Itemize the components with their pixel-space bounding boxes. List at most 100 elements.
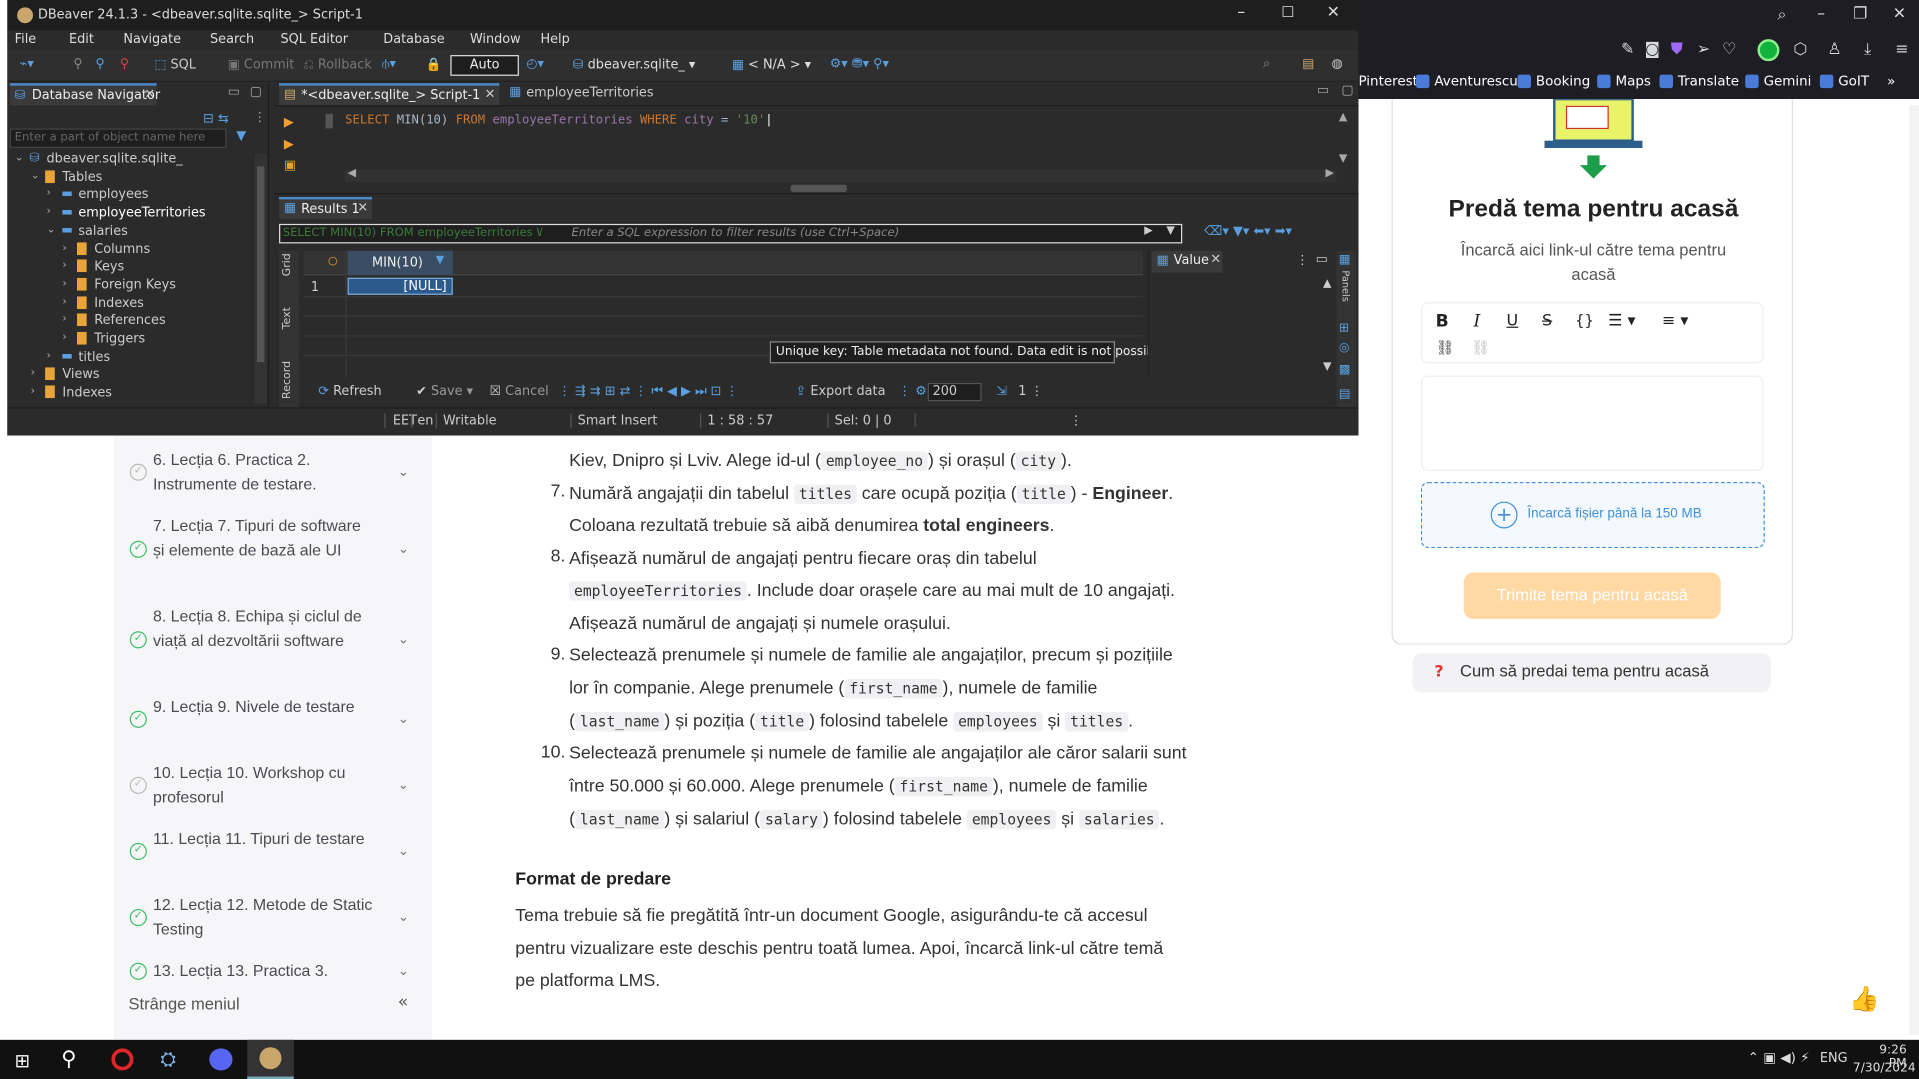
bookmark-gemini[interactable]: Gemini [1745,73,1811,89]
cube-icon[interactable]: ⬡ [1790,40,1810,58]
bookmark-aventurescu[interactable]: Aventurescu [1415,73,1518,89]
tree-node[interactable]: › ▇ Keys [7,258,252,275]
tree-node[interactable]: ⌄ ▬ salaries [7,222,252,239]
refresh-button[interactable]: ⟳ Refresh [318,384,381,399]
chevron-down-icon[interactable]: ⌄ [398,908,409,924]
tab-script-1[interactable]: ▤ *<dbeaver.sqlite_> Script-1 ✕ [279,83,500,106]
discord-icon[interactable] [209,1048,233,1071]
editor-hscrollbar[interactable]: ◀ ▶ [345,168,1337,183]
filter-history-icon[interactable]: ▼ [1166,225,1174,237]
perspective-icon[interactable]: ▤ [1302,56,1314,71]
search-icon[interactable]: ⚲ [61,1047,76,1071]
tree-node[interactable]: ⌄ ⛁ dbeaver.sqlite.sqlite_ [7,150,252,167]
maximize-icon[interactable]: ▢ [250,84,262,99]
menu-window[interactable]: Window [470,32,521,47]
value-tab[interactable]: ▦ Value ✕ [1151,250,1223,273]
clock-date[interactable]: 7/30/2024 [1853,1062,1916,1075]
camera-icon[interactable]: ◙ [1642,40,1662,58]
opera-icon[interactable] [111,1048,134,1071]
link-icon[interactable]: ⛓ [1436,339,1455,356]
expand-right-icon[interactable]: › [62,332,66,344]
minimize-icon[interactable]: ▭ [1316,252,1328,267]
schema-selector[interactable]: ▦ < N/A > ▾ [732,57,811,72]
minimize-icon[interactable]: – [1811,5,1831,23]
menu-help[interactable]: Help [540,32,569,47]
tree-node[interactable]: › ▇ Indexes [7,294,252,311]
metadata-icon[interactable]: ⊞ [1339,322,1349,335]
expand-right-icon[interactable]: › [47,206,51,218]
file-upload-dropzone[interactable]: + Încarcă fișier până la 150 MB [1420,481,1765,549]
history-icon[interactable]: ◴▾ [526,56,544,71]
extension-icon[interactable] [1757,39,1780,62]
cancel-button[interactable]: ☒ Cancel [490,384,549,399]
record-tab[interactable]: Record [281,361,293,399]
expand-right-icon[interactable]: › [62,278,66,290]
scroll-up-icon[interactable]: ▲ [1323,278,1331,290]
tree-node[interactable]: › ▬ employees [7,186,252,203]
overflow-menu-icon[interactable]: ⋮ [1030,384,1043,399]
lock-icon[interactable]: 🔒 [426,56,442,72]
expand-right-icon[interactable]: › [31,385,35,397]
chevron-down-icon[interactable]: ⌄ [398,463,409,479]
chevron-down-icon[interactable]: ⌄ [398,710,409,726]
bookmark-goit[interactable]: GoIT [1819,73,1869,89]
tree-node[interactable]: › ▬ employeeTerritories [7,204,252,221]
minimize-icon[interactable]: ▭ [1317,83,1329,98]
tab-employee-territories[interactable]: ▦ employeeTerritories [507,83,653,105]
chevron-down-icon[interactable]: ⌄ [398,842,409,858]
settings-icon[interactable]: ▤ [1339,388,1351,401]
vpn-icon[interactable]: ⛊ [1667,40,1687,58]
heart-icon[interactable]: ♡ [1720,40,1740,58]
transaction-mode-icon[interactable]: ⫛▾ [382,56,396,72]
menu-search[interactable]: Search [210,32,254,47]
menu-icon[interactable]: ≡ [1892,40,1912,58]
export-data-button[interactable]: ⇪ Export data [796,384,886,399]
underline-icon[interactable]: U [1507,312,1519,330]
bookmark-booking[interactable]: Booking [1517,73,1590,89]
apply-filter-icon[interactable]: ▶ [1144,225,1152,237]
scroll-up-icon[interactable]: ▲ [1339,111,1347,123]
bookmark-pinterest[interactable]: Pinterest [1358,73,1417,89]
column-header-min10[interactable]: MIN(10) ▼ [347,250,453,276]
tree-node[interactable]: › ▇ Indexes [7,384,252,401]
minimize-icon[interactable]: ▭ [228,84,240,99]
chevron-down-icon[interactable]: ⌄ [398,776,409,792]
grid-tab[interactable]: Grid [281,253,293,276]
search-icon[interactable]: ⌕ [1772,6,1792,24]
execute-icon[interactable]: ▶ [284,115,294,130]
expand-down-icon[interactable]: ⌄ [31,170,40,182]
results-filter-input[interactable]: SELECT MIN(10) FROM employeeTerritories … [279,223,1183,244]
bold-icon[interactable]: B [1436,312,1449,332]
row-count-icon[interactable]: ⇲ [996,384,1007,399]
bookmark-translate[interactable]: Translate [1659,73,1739,89]
send-homework-button[interactable]: Trimite tema pentru acasă [1463,572,1721,620]
sql-editor-button[interactable]: ⬚ SQL [154,57,196,72]
eraser-icon[interactable]: ⌫▾ ▼▾ ⬅▾ ➡▾ [1204,224,1292,239]
lesson-item[interactable]: ✓ 12. Lecția 12. Metode de Static Testing… [114,893,432,941]
fetch-size-icon[interactable]: ⋮ ⚙ [898,384,926,399]
profile-icon[interactable]: ♙ [1825,40,1845,58]
lesson-item[interactable]: ✓ 8. Lecția 8. Echipa și ciclul de viață … [114,604,432,676]
align-icon[interactable]: ≡ ▾ [1662,312,1688,330]
invalidate-icon[interactable]: ⚲ [120,56,129,71]
expand-right-icon[interactable]: › [62,296,66,308]
scroll-down-icon[interactable]: ▼ [1339,153,1347,165]
result-cell[interactable]: [NULL] [347,277,453,295]
panels-label[interactable]: Panels [1340,270,1351,302]
expand-right-icon[interactable]: › [47,188,51,200]
text-tab[interactable]: Text [281,307,293,329]
tree-node[interactable]: › ▇ References [7,312,252,329]
navigator-scrollbar[interactable] [254,154,267,404]
results-tab[interactable]: ▦ Results 1 ✕ [279,196,373,219]
code-icon[interactable]: {} [1575,312,1594,329]
collapse-menu-label[interactable]: Strânge meniul [129,995,240,1013]
sql-editor[interactable]: ▶ ▶ ▣ SELECT MIN(10) FROM employeeTerrit… [274,105,1359,186]
italic-icon[interactable]: I [1474,312,1481,332]
lesson-item[interactable]: ✓ 11. Lecția 11. Tipuri de testare ⌄ [114,827,432,875]
close-icon[interactable]: ✕ [1327,4,1340,22]
edit-icon[interactable]: ✎ [1618,40,1638,58]
double-chevron-left-icon[interactable]: « [398,992,408,1012]
fetch-size-input[interactable]: 200 [927,382,982,402]
navigator-tab[interactable]: ⛁ Database Navigator ✕ [9,83,160,106]
homework-link-textarea[interactable] [1420,375,1764,471]
